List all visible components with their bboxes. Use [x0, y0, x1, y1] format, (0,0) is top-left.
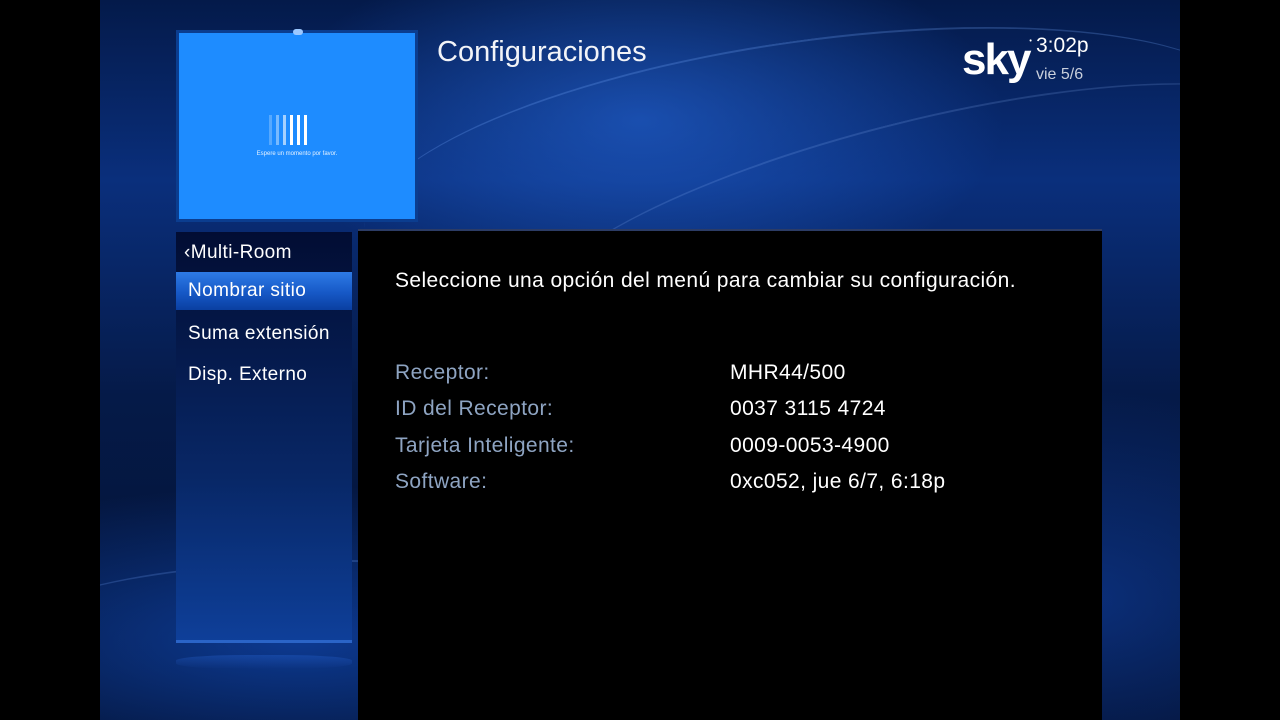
info-value: 0037 3115 4724 — [730, 397, 886, 420]
loading-bars-icon — [269, 115, 307, 145]
clock-date: vie 5/6 — [1036, 66, 1084, 83]
tv-preview-window: Espere un momento por favor. — [176, 29, 418, 222]
back-chevron-icon: ‹ — [184, 242, 191, 263]
menu-item-suma-extension[interactable]: Suma extensión — [176, 315, 352, 353]
page-title: Configuraciones — [437, 36, 647, 68]
menu-item-nombrar-sitio[interactable]: Nombrar sitio — [176, 272, 352, 310]
menu-item-disp-externo[interactable]: Disp. Externo — [176, 356, 352, 394]
info-panel: Seleccione una opción del menú para camb… — [358, 229, 1102, 720]
settings-menu: ‹Multi-Room Nombrar sitio Suma extensión… — [176, 232, 352, 643]
info-label: Tarjeta Inteligente: — [395, 434, 575, 457]
menu-item-label: Suma extensión — [188, 323, 330, 344]
preview-indicator — [293, 29, 303, 35]
info-value: 0xc052, jue 6/7, 6:18p — [730, 470, 946, 493]
info-value: MHR44/500 — [730, 361, 846, 384]
menu-back-label: Multi-Room — [190, 242, 292, 263]
info-value: 0009-0053-4900 — [730, 434, 890, 457]
menu-item-label: Nombrar sitio — [188, 280, 307, 301]
menu-item-label: Disp. Externo — [188, 364, 308, 385]
info-label: Receptor: — [395, 361, 490, 384]
info-label: ID del Receptor: — [395, 397, 554, 420]
sky-logo-text: sky — [962, 35, 1031, 84]
sky-logo: sky• — [962, 35, 1032, 84]
menu-back-multi-room[interactable]: ‹Multi-Room — [172, 234, 348, 272]
instructions-text: Seleccione una opción del menú para camb… — [395, 269, 1016, 292]
info-label: Software: — [395, 470, 488, 493]
menu-reflection — [176, 655, 352, 669]
clock-time: 3:02p — [1036, 34, 1089, 57]
preview-wait-message: Espere un momento por favor. — [256, 151, 338, 157]
